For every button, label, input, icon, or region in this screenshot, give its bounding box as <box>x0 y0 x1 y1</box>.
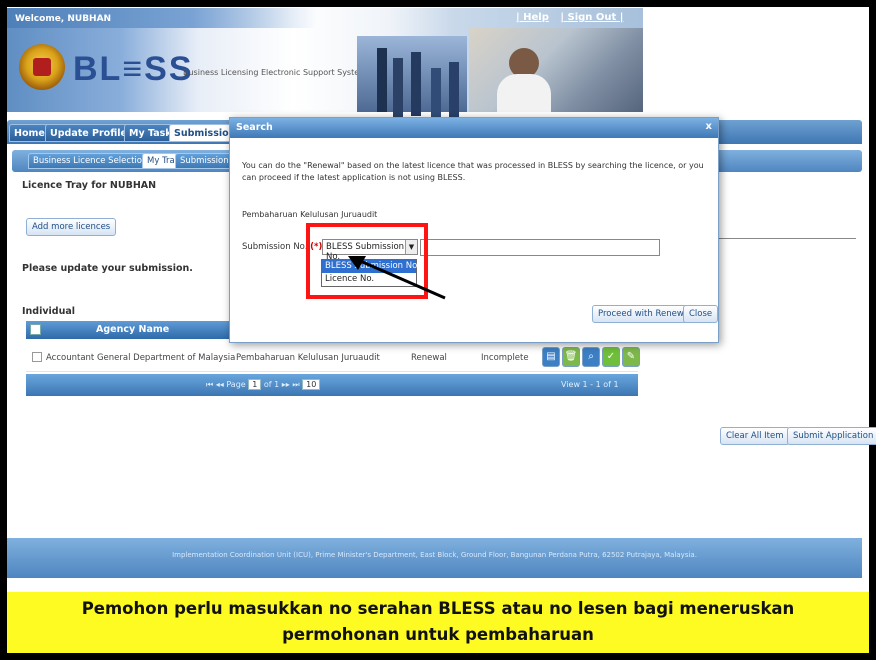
cell-agency: Accountant General Department of Malaysi… <box>46 353 236 363</box>
help-link[interactable]: | Help <box>516 12 549 23</box>
pager-controls: ⏮ ◂◂ Page 1 of 1 ▸▸ ⏭ 10 <box>206 379 321 390</box>
close-icon[interactable]: x <box>706 121 712 132</box>
subtab-business-licence-selection[interactable]: Business Licence Selection <box>28 153 153 169</box>
tab-home[interactable]: Home <box>9 124 50 142</box>
add-more-licences-button[interactable]: Add more licences <box>26 218 117 236</box>
pointer-arrow-icon <box>348 256 446 300</box>
footer: Implementation Coordination Unit (ICU), … <box>7 538 862 578</box>
document-icon[interactable]: ▤ <box>542 347 560 367</box>
update-message: Please update your submission. <box>22 263 193 274</box>
pager: ⏮ ◂◂ Page 1 of 1 ▸▸ ⏭ 10 View 1 - 1 of 1 <box>26 374 638 396</box>
submission-no-text: Submission No. <box>242 242 308 252</box>
banner-photo <box>469 28 643 112</box>
trash-icon[interactable]: 🗑 <box>562 347 580 367</box>
cell-service: Pembaharuan Kelulusan Juruaudit <box>236 353 380 363</box>
cell-status: Incomplete <box>481 353 529 363</box>
prev-page-icon[interactable]: ◂◂ <box>216 380 224 389</box>
dialog-description: You can do the "Renewal" based on the la… <box>242 161 704 182</box>
first-page-icon[interactable]: ⏮ <box>206 380 213 389</box>
bless-logo: BL≡SS <box>73 50 194 88</box>
submission-no-input[interactable] <box>420 239 660 256</box>
caption-line-1: Pemohon perlu masukkan no serahan BLESS … <box>81 599 795 618</box>
tab-update-profile[interactable]: Update Profile <box>45 124 132 142</box>
clear-all-button[interactable]: Clear All Item <box>720 427 790 445</box>
coat-of-arms-icon <box>19 44 65 90</box>
city-skyline-image <box>357 36 467 112</box>
dialog-titlebar: Search x <box>230 118 718 138</box>
caption-line-2: permohonan untuk pembaharuan <box>282 625 594 644</box>
table-row: Accountant General Department of Malaysi… <box>26 344 640 372</box>
page-title: Licence Tray for NUBHAN <box>22 180 157 191</box>
column-agency-name[interactable]: Agency Name <box>96 324 169 335</box>
pager-view-count: View 1 - 1 of 1 <box>561 380 619 389</box>
rows-per-page-select[interactable]: 10 <box>302 379 321 390</box>
search-dialog: Search x You can do the "Renewal" based … <box>229 117 719 343</box>
cell-type: Renewal <box>411 353 447 363</box>
top-links: | Help | Sign Out | <box>512 12 627 23</box>
section-individual: Individual <box>22 306 76 317</box>
app-header: Welcome, NUBHAN | Help | Sign Out | BL≡S… <box>7 8 643 112</box>
dialog-title: Search <box>236 122 273 133</box>
submit-application-button[interactable]: Submit Application <box>787 427 876 445</box>
check-icon[interactable]: ✓ <box>602 347 620 367</box>
welcome-text: Welcome, NUBHAN <box>15 14 112 24</box>
page-label: Page <box>226 380 246 389</box>
proceed-with-renewal-button[interactable]: Proceed with Renewal <box>592 305 698 323</box>
select-all-checkbox[interactable] <box>30 324 41 335</box>
search-icon[interactable]: ⌕ <box>582 347 600 367</box>
caption-banner: Pemohon perlu masukkan no serahan BLESS … <box>7 592 869 653</box>
last-page-icon[interactable]: ⏭ <box>292 380 299 389</box>
page-input[interactable]: 1 <box>248 379 262 390</box>
tagline: Business Licensing Electronic Support Sy… <box>183 68 367 77</box>
divider <box>706 238 856 239</box>
sign-out-link[interactable]: | Sign Out | <box>560 12 623 23</box>
next-page-icon[interactable]: ▸▸ <box>282 380 290 389</box>
footer-text: Implementation Coordination Unit (ICU), … <box>172 551 697 559</box>
page-total: of 1 <box>263 380 280 389</box>
edit-icon[interactable]: ✎ <box>622 347 640 367</box>
dialog-service-name: Pembaharuan Kelulusan Juruaudit <box>242 210 378 219</box>
close-button[interactable]: Close <box>683 305 719 323</box>
